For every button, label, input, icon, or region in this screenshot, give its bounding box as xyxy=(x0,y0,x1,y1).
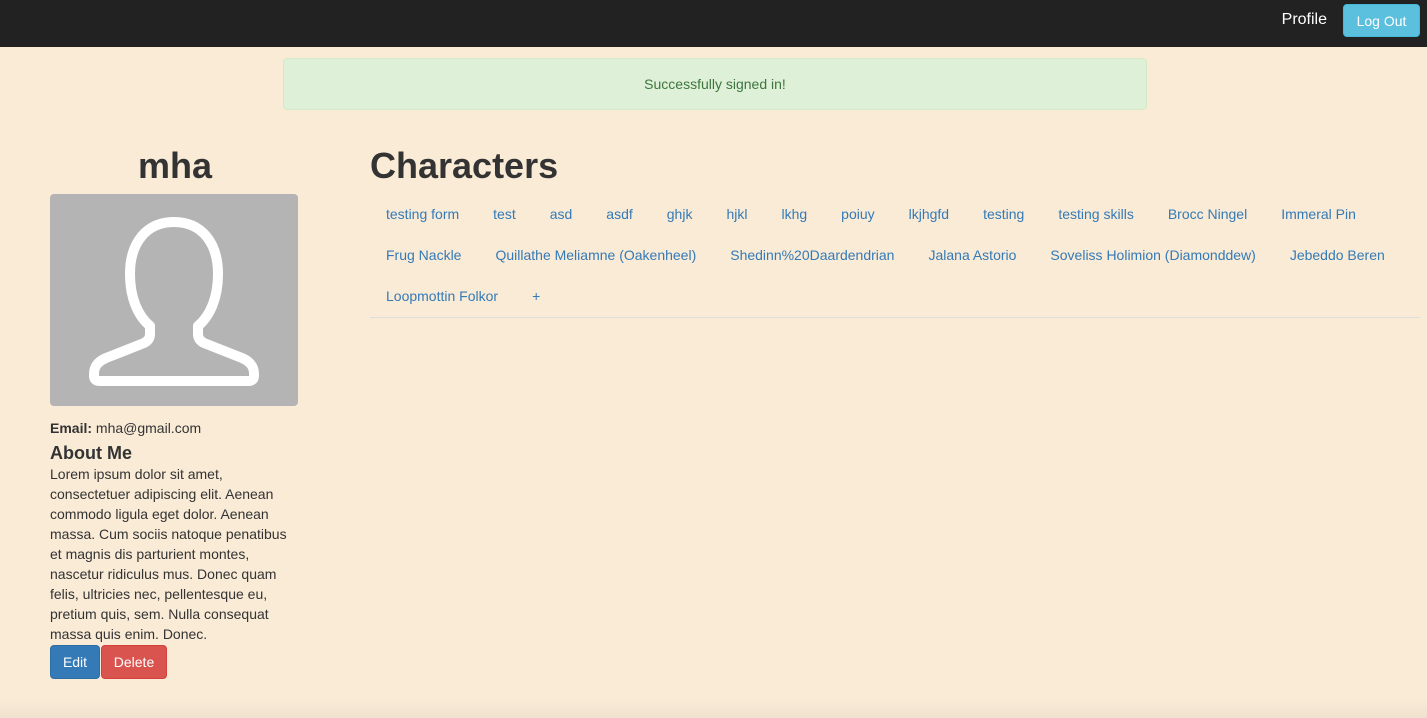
about-me-heading: About Me xyxy=(50,443,132,463)
character-tab[interactable]: lkhg xyxy=(765,194,823,235)
character-tab[interactable]: Quillathe Meliamne (Oakenheel) xyxy=(479,235,712,276)
user-silhouette-icon xyxy=(89,217,259,386)
character-tab[interactable]: testing xyxy=(967,194,1040,235)
character-tab[interactable]: Frug Nackle xyxy=(370,235,477,276)
profile-username: mha xyxy=(137,145,213,186)
character-tab[interactable]: testing skills xyxy=(1042,194,1149,235)
success-alert: Successfully signed in! xyxy=(283,58,1147,110)
character-tab[interactable]: Soveliss Holimion (Diamonddew) xyxy=(1034,235,1271,276)
characters-heading: Characters xyxy=(370,145,559,186)
character-tab[interactable]: asdf xyxy=(590,194,648,235)
top-navbar: Profile Log Out xyxy=(0,0,1427,47)
character-tab[interactable]: hjkl xyxy=(710,194,763,235)
character-tabs: testing form test asd asdf ghjk hjkl lkh… xyxy=(370,194,1420,318)
character-tab[interactable]: ghjk xyxy=(651,194,709,235)
email-value: mha@gmail.com xyxy=(95,420,202,436)
nav-profile-link[interactable]: Profile xyxy=(1282,0,1327,40)
character-tab[interactable]: test xyxy=(477,194,532,235)
profile-actions: Edit Delete xyxy=(50,645,300,679)
character-tab[interactable]: Jalana Astorio xyxy=(912,235,1032,276)
email-label: Email: xyxy=(50,420,93,436)
character-tab[interactable]: Immeral Pin xyxy=(1265,194,1372,235)
bottom-shadow xyxy=(0,698,1427,718)
character-tab[interactable]: poiuy xyxy=(825,194,890,235)
character-tab[interactable]: Shedinn%20Daardendrian xyxy=(714,235,910,276)
avatar xyxy=(50,194,298,406)
character-tab[interactable]: lkjhgfd xyxy=(893,194,965,235)
edit-button[interactable]: Edit xyxy=(50,645,100,679)
logout-button[interactable]: Log Out xyxy=(1343,4,1420,37)
add-character-tab[interactable]: + xyxy=(516,276,552,317)
character-tab[interactable]: testing form xyxy=(370,194,475,235)
character-tab[interactable]: Brocc Ningel xyxy=(1152,194,1263,235)
delete-button[interactable]: Delete xyxy=(101,645,167,679)
profile-sidebar: mha Email: mha@gmail.com About Me Lorem … xyxy=(50,140,300,679)
email-row: Email: mha@gmail.com xyxy=(50,418,300,438)
about-me-text: Lorem ipsum dolor sit amet, consectetuer… xyxy=(50,466,287,642)
character-tab[interactable]: asd xyxy=(534,194,589,235)
characters-panel: Characters testing form test asd asdf gh… xyxy=(370,140,1420,318)
character-tab[interactable]: Jebeddo Beren xyxy=(1274,235,1401,276)
character-tab[interactable]: Loopmottin Folkor xyxy=(370,276,514,317)
